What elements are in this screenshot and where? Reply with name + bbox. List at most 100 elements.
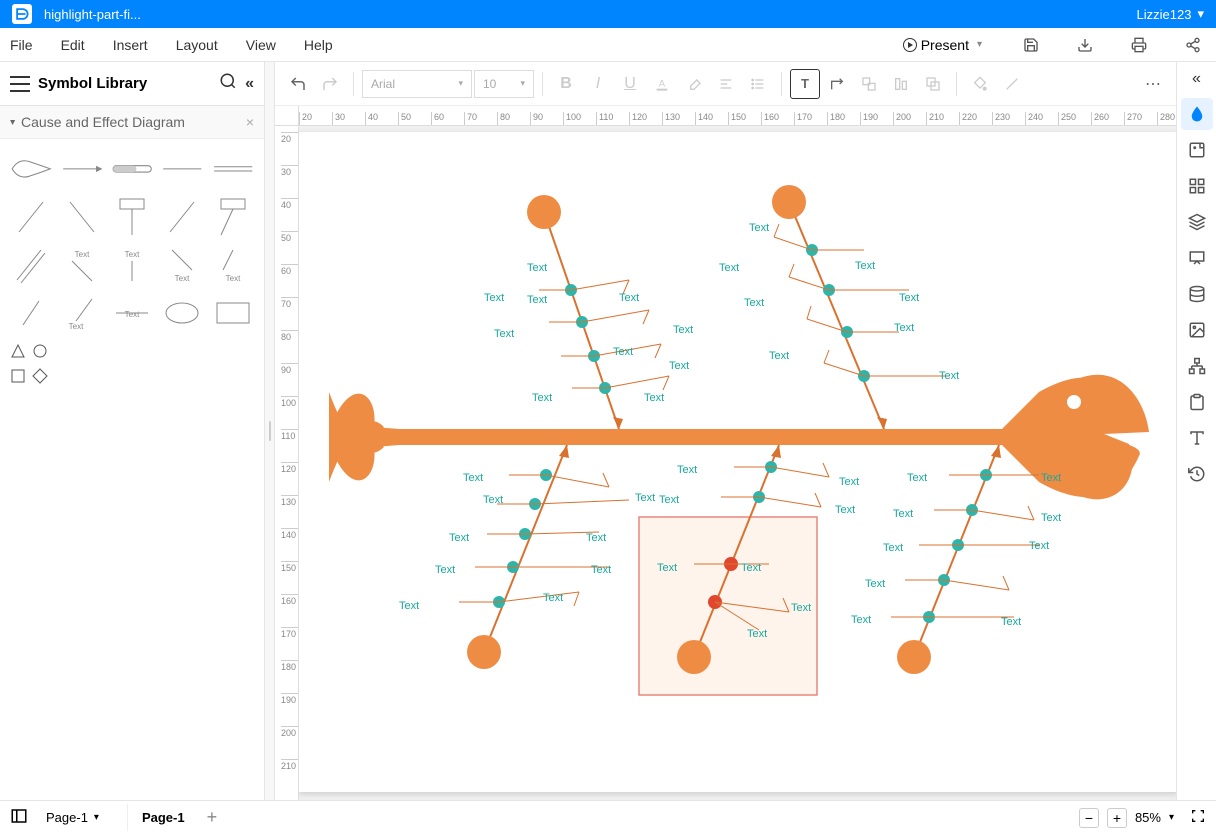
shape-line[interactable]	[161, 149, 203, 189]
bone-label[interactable]: Text	[399, 600, 419, 612]
bone-label[interactable]: Text	[835, 504, 855, 516]
bone-label[interactable]: Text	[747, 628, 767, 640]
arrange-button[interactable]	[918, 69, 948, 99]
connector-button[interactable]	[822, 69, 852, 99]
bone-label[interactable]: Text	[741, 562, 761, 574]
underline-button[interactable]: U	[615, 69, 645, 99]
menu-edit[interactable]: Edit	[61, 37, 85, 53]
shape-category-box2[interactable]	[212, 197, 254, 237]
sitemap-button[interactable]	[1181, 350, 1213, 382]
align-button[interactable]	[711, 69, 741, 99]
bone-label[interactable]: Text	[719, 262, 739, 274]
bone-label[interactable]: Text	[791, 602, 811, 614]
bone-label[interactable]: Text	[769, 350, 789, 362]
bone-label[interactable]: Text	[484, 292, 504, 304]
user-menu[interactable]: Lizzie123 ▾	[1137, 6, 1204, 22]
export-icon[interactable]	[1072, 32, 1098, 58]
bold-button[interactable]: B	[551, 69, 581, 99]
page-tab[interactable]: Page-1	[127, 804, 199, 831]
bone-label[interactable]: Text	[907, 472, 927, 484]
bone-label[interactable]: Text	[527, 262, 547, 274]
menu-help[interactable]: Help	[304, 37, 333, 53]
fishbone-diagram[interactable]	[299, 132, 1176, 792]
library-menu-icon[interactable]	[10, 76, 30, 92]
bone-label[interactable]: Text	[749, 222, 769, 234]
shape-bone-text2[interactable]: Text	[111, 245, 153, 285]
shape-diag-short[interactable]	[10, 293, 52, 333]
shape-diag-line3[interactable]	[161, 197, 203, 237]
bone-label[interactable]: Text	[865, 578, 885, 590]
bone-label[interactable]: Text	[855, 260, 875, 272]
bone-label[interactable]: Text	[851, 614, 871, 626]
bone-label[interactable]: Text	[677, 464, 697, 476]
history-button[interactable]	[1181, 458, 1213, 490]
bone-label[interactable]: Text	[644, 392, 664, 404]
font-size-dropdown[interactable]: 10▾	[474, 70, 534, 98]
shape-text-diag[interactable]: Text	[60, 293, 102, 333]
page-canvas[interactable]: Text Text Text Text Text Text Text Text Text Text…	[299, 132, 1176, 792]
share-icon[interactable]	[1180, 32, 1206, 58]
font-dropdown[interactable]: Arial▾	[362, 70, 472, 98]
bottom-bone-1[interactable]	[459, 445, 629, 669]
shape-diamond[interactable]	[32, 368, 48, 389]
shape-diag-line2[interactable]	[60, 197, 102, 237]
shape-bone-text1[interactable]: Text	[60, 245, 102, 285]
bone-label[interactable]: Text	[673, 324, 693, 336]
bone-label[interactable]: Text	[744, 297, 764, 309]
grid-panel-button[interactable]	[1181, 170, 1213, 202]
group-button[interactable]	[854, 69, 884, 99]
bone-label[interactable]: Text	[494, 328, 514, 340]
shape-square[interactable]	[10, 368, 26, 389]
shape-double-line[interactable]	[212, 149, 254, 189]
line-style-button[interactable]	[997, 69, 1027, 99]
bone-label[interactable]: Text	[939, 370, 959, 382]
bone-label[interactable]: Text	[1041, 472, 1061, 484]
shape-ellipse[interactable]	[161, 293, 203, 333]
shape-bone-text4[interactable]: Text	[212, 245, 254, 285]
bone-label[interactable]: Text	[463, 472, 483, 484]
image-panel-button[interactable]	[1181, 134, 1213, 166]
text-tool-button[interactable]: T	[790, 69, 820, 99]
database-button[interactable]	[1181, 278, 1213, 310]
canvas-scroll[interactable]: Text Text Text Text Text Text Text Text Text Text…	[299, 126, 1176, 800]
bone-label[interactable]: Text	[659, 494, 679, 506]
bone-label[interactable]: Text	[449, 532, 469, 544]
redo-button[interactable]	[315, 69, 345, 99]
shape-diag-line[interactable]	[10, 197, 52, 237]
print-icon[interactable]	[1126, 32, 1152, 58]
close-icon[interactable]: ×	[246, 114, 254, 130]
bone-label[interactable]: Text	[894, 322, 914, 334]
fill-button[interactable]	[965, 69, 995, 99]
bone-label[interactable]: Text	[657, 562, 677, 574]
top-bone-2[interactable]	[772, 185, 949, 429]
bone-label[interactable]: Text	[899, 292, 919, 304]
theme-button[interactable]	[1181, 98, 1213, 130]
present-button[interactable]: Present ▾	[895, 33, 990, 57]
bone-label[interactable]: Text	[635, 492, 655, 504]
fullscreen-icon[interactable]	[1190, 808, 1206, 827]
bone-label[interactable]: Text	[893, 508, 913, 520]
bone-label[interactable]: Text	[586, 532, 606, 544]
align-objects-button[interactable]	[886, 69, 916, 99]
menu-layout[interactable]: Layout	[176, 37, 218, 53]
add-page-button[interactable]: +	[199, 803, 226, 832]
bone-label[interactable]: Text	[619, 292, 639, 304]
italic-button[interactable]: I	[583, 69, 613, 99]
collapse-right-icon[interactable]: «	[1192, 70, 1201, 94]
undo-button[interactable]	[283, 69, 313, 99]
highlight-button[interactable]	[679, 69, 709, 99]
bone-label[interactable]: Text	[1001, 616, 1021, 628]
bone-label[interactable]: Text	[883, 542, 903, 554]
bone-label[interactable]: Text	[435, 564, 455, 576]
shape-text-line[interactable]: Text	[111, 293, 153, 333]
search-icon[interactable]	[219, 72, 237, 95]
shape-fishhead[interactable]	[10, 149, 52, 189]
panel-resize-handle[interactable]	[265, 62, 275, 800]
presentation-button[interactable]	[1181, 242, 1213, 274]
picture-button[interactable]	[1181, 314, 1213, 346]
shape-progress-bar[interactable]	[111, 149, 153, 189]
fish-spine[interactable]	[329, 375, 1149, 500]
zoom-out-button[interactable]: −	[1079, 808, 1099, 828]
bone-label[interactable]: Text	[1041, 512, 1061, 524]
more-button[interactable]: ⋯	[1138, 69, 1168, 99]
